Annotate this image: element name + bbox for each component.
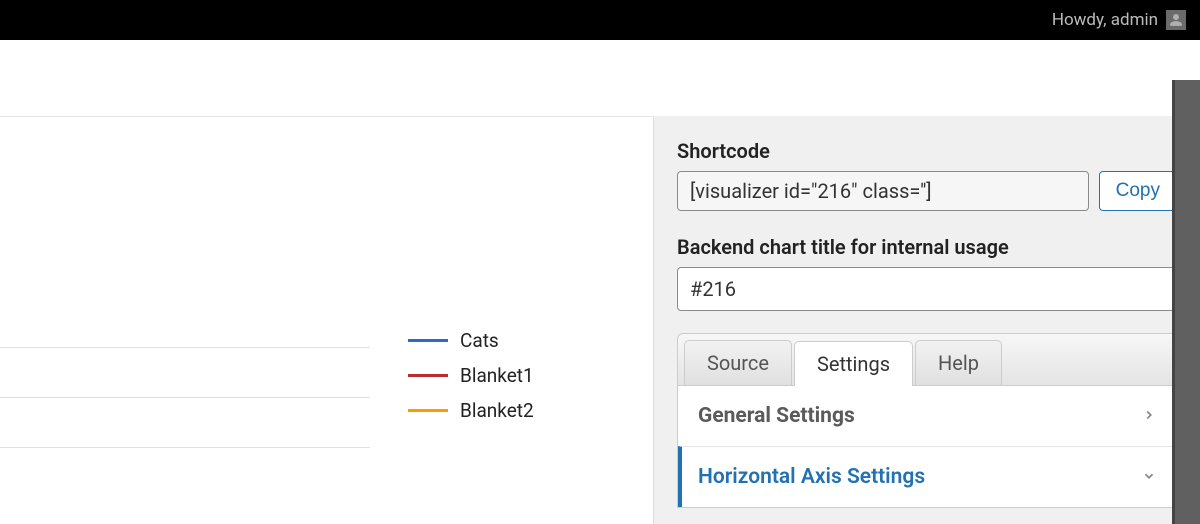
admin-greeting[interactable]: Howdy, admin: [1052, 10, 1158, 30]
copy-button[interactable]: Copy: [1099, 171, 1177, 211]
shortcode-input[interactable]: [677, 171, 1089, 211]
accordion-horizontal-axis-settings[interactable]: Horizontal Axis Settings: [678, 446, 1176, 507]
legend-label: Blanket2: [460, 399, 534, 422]
tab-source[interactable]: Source: [684, 340, 792, 385]
user-icon: [1169, 13, 1183, 27]
legend-swatch-icon: [408, 339, 448, 342]
accordion-label: General Settings: [698, 404, 855, 428]
chart-legend: Cats Blanket1 Blanket2: [408, 329, 534, 434]
backend-title-label: Backend chart title for internal usage: [677, 235, 1177, 259]
tabs: Source Settings Help: [677, 333, 1177, 386]
admin-bar: Howdy, admin: [0, 0, 1200, 40]
legend-label: Cats: [460, 329, 499, 352]
chevron-down-icon: [1142, 467, 1156, 488]
avatar[interactable]: [1166, 10, 1186, 30]
legend-item[interactable]: Blanket1: [408, 364, 534, 387]
chevron-right-icon: [1142, 406, 1156, 427]
scrollbar-track[interactable]: [1175, 80, 1200, 524]
tab-help[interactable]: Help: [915, 340, 1002, 385]
legend-swatch-icon: [408, 409, 448, 412]
legend-item[interactable]: Cats: [408, 329, 534, 352]
backend-title-input[interactable]: [677, 267, 1177, 311]
accordion-label: Horizontal Axis Settings: [698, 465, 925, 489]
chart-gridlines: [0, 347, 370, 497]
settings-panel: Shortcode Copy Backend chart title for i…: [653, 116, 1200, 524]
legend-item[interactable]: Blanket2: [408, 399, 534, 422]
chart-preview-area: Cats Blanket1 Blanket2: [0, 116, 653, 524]
settings-accordion: General Settings Horizontal Axis Setting…: [677, 386, 1177, 508]
shortcode-label: Shortcode: [677, 139, 1177, 163]
tab-settings[interactable]: Settings: [794, 341, 913, 386]
legend-swatch-icon: [408, 374, 448, 377]
legend-label: Blanket1: [460, 364, 534, 387]
accordion-general-settings[interactable]: General Settings: [678, 386, 1176, 446]
main-content: Cats Blanket1 Blanket2 Shortcode Copy Ba…: [0, 40, 1200, 524]
